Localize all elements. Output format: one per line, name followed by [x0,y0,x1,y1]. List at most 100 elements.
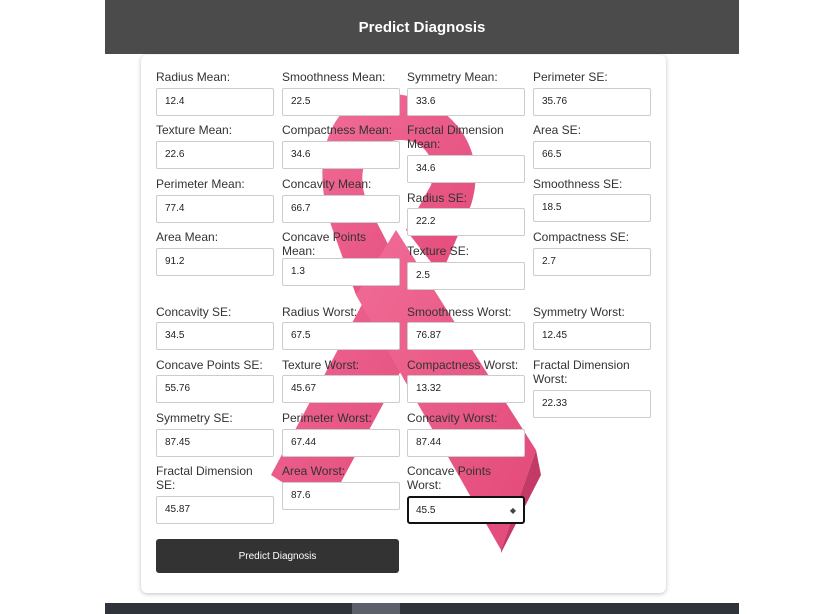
form-field: Area SE: 66.5 [533,123,651,169]
field-label: Area Mean: [156,230,219,244]
field-label: Texture SE: [407,244,470,258]
field-label: Smoothness Mean: [282,70,386,84]
number-input[interactable]: 45.67 [282,375,400,403]
number-input[interactable]: 67.5 [282,322,400,350]
number-input[interactable]: 87.44 [407,429,525,457]
number-input[interactable]: 12.45 [533,322,651,350]
input-value: 35.76 [542,96,568,107]
footer-tab [352,603,400,614]
predict-diagnosis-button[interactable]: Predict Diagnosis [156,539,399,573]
number-input[interactable]: 34.6 [407,155,525,183]
input-value: 34.5 [165,330,185,341]
input-value: 18.5 [542,202,562,213]
form-field: Smoothness Mean: 22.5 [282,70,400,116]
number-input[interactable]: 87.6 [282,482,400,510]
number-input[interactable]: 34.6 [282,141,400,169]
number-input[interactable]: 22.2 [407,208,525,236]
input-value: 34.6 [416,163,436,174]
field-label: Radius SE: [407,191,468,205]
number-input[interactable]: 2.5 [407,262,525,290]
number-input[interactable]: 66.5 [533,141,651,169]
form-field: Fractal Dimension SE: 45.87 [156,464,274,524]
number-input[interactable]: 22.5 [282,88,400,116]
form-field: Perimeter Worst: 67.44 [282,411,400,457]
field-label: Radius Mean: [156,70,231,84]
form-field: Texture SE: 2.5 [407,244,525,290]
number-input[interactable]: 77.4 [156,195,274,223]
form-field: Perimeter Mean: 77.4 [156,177,274,223]
form-field: Concavity SE: 34.5 [156,305,274,350]
spinner-icon[interactable]: ◆ [510,498,516,524]
input-value: 22.6 [165,149,185,160]
number-input[interactable]: 76.87 [407,322,525,350]
input-value: 77.4 [165,203,185,214]
form-field: Symmetry Worst: 12.45 [533,305,651,350]
input-value: 67.5 [291,330,311,341]
field-label: Concavity Worst: [407,411,498,425]
field-label: Area SE: [533,123,582,137]
app-header: Predict Diagnosis [105,0,739,54]
number-input[interactable]: 45.5 ◆ [407,496,525,524]
number-input[interactable]: 66.7 [282,195,400,223]
field-label: Smoothness SE: [533,177,623,191]
input-value: 2.7 [542,256,556,267]
field-label: Symmetry Worst: [533,305,625,319]
input-value: 87.44 [416,437,442,448]
prediction-form: Radius Mean: 12.4 Texture Mean: 22.6 Perimet… [141,55,666,593]
form-field: Area Worst: 87.6 [282,464,400,510]
number-input[interactable]: 67.44 [282,429,400,457]
page-title: Predict Diagnosis [358,18,486,36]
field-label: Perimeter Mean: [156,177,245,191]
form-field: Compactness SE: 2.7 [533,230,651,276]
number-input[interactable]: 87.45 [156,429,274,457]
form-field: Radius Mean: 12.4 [156,70,274,116]
field-label: Compactness Mean: [282,123,393,137]
input-value: 55.76 [165,383,191,394]
form-field: Fractal Dimension Worst: 22.33 [533,358,651,418]
form-field: Smoothness Worst: 76.87 [407,305,525,350]
number-input[interactable]: 18.5 [533,194,651,222]
field-label: Concavity Mean: [282,177,372,191]
number-input[interactable]: 13.32 [407,375,525,403]
number-input[interactable]: 33.6 [407,88,525,116]
field-label: Symmetry SE: [156,411,233,425]
field-label: Fractal Dimension Mean: [407,123,504,151]
input-value: 87.45 [165,437,191,448]
input-value: 45.5 [416,505,436,516]
form-field: Perimeter SE: 35.76 [533,70,651,116]
input-value: 22.33 [542,398,568,409]
field-label: Fractal Dimension Worst: [533,358,630,386]
number-input[interactable]: 91.2 [156,248,274,276]
input-value: 67.44 [291,437,317,448]
number-input[interactable]: 22.33 [533,390,651,418]
input-value: 2.5 [416,270,430,281]
form-field: Smoothness SE: 18.5 [533,177,651,222]
input-value: 45.87 [165,504,191,515]
form-field: Symmetry SE: 87.45 [156,411,274,457]
form-field: Fractal Dimension Mean: 34.6 [407,123,525,183]
number-input[interactable]: 45.87 [156,496,274,524]
field-label: Texture Mean: [156,123,233,137]
input-value: 22.5 [291,96,311,107]
input-value: 22.2 [416,216,436,227]
form-field: Concavity Mean: 66.7 [282,177,400,223]
input-value: 66.5 [542,149,562,160]
input-value: 13.32 [416,383,442,394]
number-input[interactable]: 12.4 [156,88,274,116]
number-input[interactable]: 22.6 [156,141,274,169]
input-value: 1.3 [291,266,305,277]
number-input[interactable]: 55.76 [156,375,274,403]
field-label: Symmetry Mean: [407,70,498,84]
form-field: Radius SE: 22.2 [407,191,525,236]
field-label: Perimeter Worst: [282,411,372,425]
input-value: 12.45 [542,330,568,341]
field-label: Fractal Dimension SE: [156,464,253,492]
number-input[interactable]: 34.5 [156,322,274,350]
form-field: Area Mean: 91.2 [156,230,274,276]
field-label: Concave Points SE: [156,358,263,372]
form-field: Compactness Worst: 13.32 [407,358,525,403]
field-label: Radius Worst: [282,305,358,319]
number-input[interactable]: 1.3 [282,258,400,286]
number-input[interactable]: 2.7 [533,248,651,276]
number-input[interactable]: 35.76 [533,88,651,116]
